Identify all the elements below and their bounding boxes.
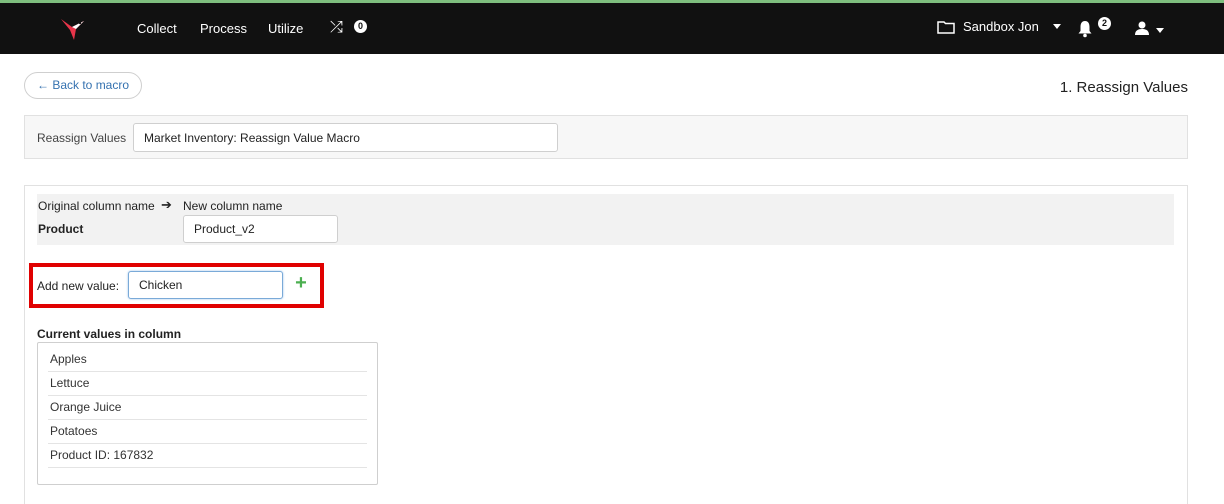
arrow-right-icon: ➔	[161, 197, 172, 212]
add-value-label: Add new value:	[37, 279, 120, 293]
macro-name-panel: Reassign Values	[24, 115, 1188, 159]
current-values-title: Current values in column	[37, 327, 182, 341]
list-item[interactable]: Orange Juice	[48, 396, 367, 420]
current-values-list: Apples Lettuce Orange Juice Potatoes Pro…	[37, 342, 378, 485]
user-icon	[1134, 20, 1150, 41]
workspace-selector[interactable]: Sandbox Jon	[937, 19, 1061, 34]
original-column-name: Product	[38, 222, 84, 236]
notification-count-badge: 2	[1098, 17, 1111, 30]
list-item[interactable]: Product ID: 167832	[48, 444, 367, 468]
shuffle-count-badge: 0	[354, 20, 367, 33]
list-item[interactable]: Potatoes	[48, 420, 367, 444]
reassign-panel: Original column name ➔ New column name P…	[24, 185, 1188, 504]
list-item[interactable]: Apples	[48, 348, 367, 372]
new-column-label: New column name	[183, 199, 283, 213]
nav-collect[interactable]: Collect	[137, 21, 177, 36]
chevron-down-icon	[1052, 24, 1061, 29]
top-navbar: Collect Process Utilize ⤮ 0 Sandbox Jon …	[0, 0, 1224, 54]
shuffle-icon[interactable]: ⤮	[330, 19, 343, 37]
nav-utilize[interactable]: Utilize	[268, 21, 303, 36]
column-rename-row: Original column name ➔ New column name P…	[37, 194, 1174, 245]
nav-process[interactable]: Process	[200, 21, 247, 36]
macro-name-label: Reassign Values	[37, 131, 127, 145]
macro-name-input[interactable]	[133, 123, 558, 152]
add-value-input[interactable]	[128, 271, 283, 299]
chevron-down-icon	[1156, 28, 1164, 33]
back-to-macro-button[interactable]: ← Back to macro	[24, 72, 143, 99]
page-title: 1. Reassign Values	[1059, 79, 1188, 96]
original-column-label: Original column name	[38, 199, 155, 213]
new-column-name-input[interactable]	[183, 215, 338, 243]
hummingbird-logo-icon[interactable]	[58, 15, 88, 43]
plus-icon[interactable]: +	[293, 273, 309, 293]
user-menu[interactable]	[1134, 20, 1164, 41]
folder-icon	[937, 20, 955, 34]
workspace-name: Sandbox Jon	[963, 19, 1039, 34]
list-item[interactable]: Lettuce	[48, 372, 367, 396]
bell-icon[interactable]	[1077, 20, 1093, 43]
